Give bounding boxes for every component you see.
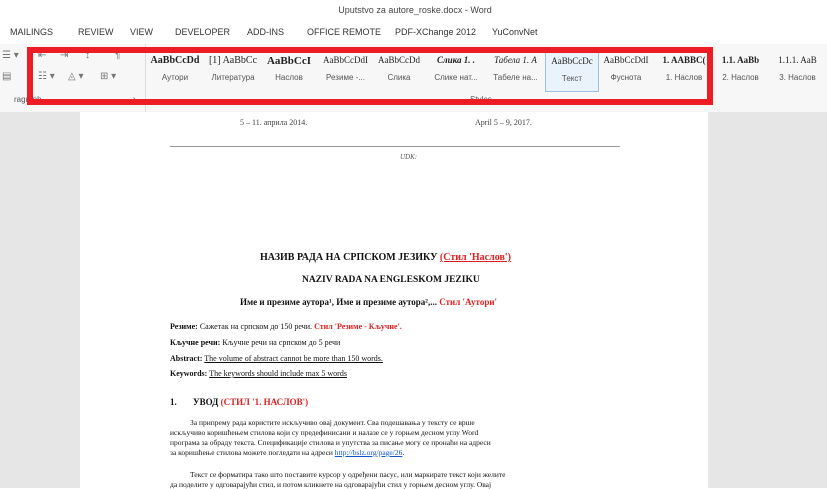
section-heading: 1. УВОД (СТИЛ '1. НАСЛОВ'): [170, 397, 308, 407]
rezime-label: Резиме:: [170, 322, 198, 331]
styles-link[interactable]: http://bslz.org/page/26: [335, 448, 403, 457]
tab-mailings[interactable]: MAILINGS: [10, 27, 53, 37]
authors-line: Име и презиме аутора¹, Име и презиме аут…: [240, 297, 497, 307]
abstract-text: The volume of abstract cannot be more th…: [204, 354, 383, 363]
udk-label: UDK:: [400, 153, 418, 161]
para2-line: Текст се форматира тако што поставите ку…: [190, 470, 506, 479]
header-date-left: 5 – 11. априла 2014.: [240, 118, 308, 127]
tab-yuconvnet[interactable]: YuConvNet: [492, 27, 538, 37]
tab-review[interactable]: REVIEW: [78, 27, 114, 37]
kljucne-line: Кључне речи: Кључне речи на српском до 5…: [170, 338, 340, 347]
title-bar: Uputstvo za autore_roske.docx - Word: [0, 0, 827, 20]
style-preview: 1.1. AaBb: [721, 55, 760, 65]
style-name: 3. Наслов: [779, 73, 816, 82]
tab-pdf-xchange[interactable]: PDF-XChange 2012: [395, 27, 476, 37]
bullets-icon[interactable]: ☰ ▾: [2, 50, 19, 61]
title-sr-text: НАЗИВ РАДА НА СРПСКОМ ЈЕЗИКУ: [260, 252, 438, 263]
tab-developer[interactable]: DEVELOPER: [175, 27, 230, 37]
authors-style: Стил 'Аутори': [439, 297, 498, 307]
rezime-style: Стил 'Резиме - Кључне'.: [314, 322, 402, 331]
keywords-text: The keywords should include max 5 words: [209, 369, 347, 378]
style-heading-2[interactable]: 1.1. AaBb 2. Наслов: [713, 50, 768, 90]
document-page[interactable]: 5 – 11. априла 2014. April 5 – 9, 2017. …: [80, 112, 708, 489]
highlight-box: [27, 47, 713, 105]
section-number: 1.: [170, 397, 177, 407]
style-heading-3[interactable]: 1.1.1. AaB 3. Наслов: [770, 50, 825, 90]
title-sr-style: (Стил 'Наслов'): [439, 252, 511, 263]
keywords-label: Keywords:: [170, 369, 208, 378]
kljucne-label: Кључне речи:: [170, 338, 221, 347]
section-style: (СТИЛ '1. НАСЛОВ'): [220, 397, 309, 407]
para1-line: програма за обраду текста. Спецификације…: [170, 438, 491, 447]
section-title: УВОД: [193, 397, 219, 407]
paper-title-sr: НАЗИВ РАДА НА СРПСКОМ ЈЕЗИКУ (Стил 'Насл…: [260, 252, 511, 263]
para1-line-text: за коришћење стилова можете погледати на…: [170, 448, 333, 457]
abstract-label: Abstract:: [170, 354, 203, 363]
rezime-line: Резиме: Сажетак на српском до 150 речи. …: [170, 322, 402, 331]
justify-icon[interactable]: ▤: [2, 71, 11, 82]
window-title: Uputstvo za autore_roske.docx - Word: [338, 5, 492, 15]
tab-office-remote[interactable]: OFFICE REMOTE: [307, 27, 381, 37]
style-name: 2. Наслов: [722, 73, 759, 82]
kljucne-text: Кључне речи на српском до 5 речи: [222, 338, 341, 347]
ribbon-tabs: MAILINGS REVIEW VIEW DEVELOPER ADD-INS O…: [0, 22, 827, 42]
paper-title-en: NAZIV RADA NA ENGLESKOM JEZIKU: [302, 275, 480, 285]
keywords-line: Keywords: The keywords should include ma…: [170, 369, 347, 378]
rezime-text: Сажетак на српском до 150 речи.: [199, 322, 313, 331]
tab-add-ins[interactable]: ADD-INS: [247, 27, 284, 37]
header-rule: [170, 146, 620, 147]
document-canvas: 5 – 11. априла 2014. April 5 – 9, 2017. …: [0, 112, 827, 489]
para1-line: За припрему рада користите искључиво ова…: [190, 418, 475, 427]
header-date-right: April 5 – 9, 2017.: [475, 118, 532, 127]
authors-text: Име и презиме аутора¹, Име и презиме аут…: [240, 297, 437, 307]
para1-line: за коришћење стилова можете погледати на…: [170, 448, 405, 457]
abstract-line: Abstract: The volume of abstract cannot …: [170, 354, 383, 363]
style-preview: 1.1.1. AaB: [778, 55, 817, 65]
para1-line: искључиво коришћењем стилова који су пре…: [170, 428, 479, 437]
tab-view[interactable]: VIEW: [130, 27, 153, 37]
